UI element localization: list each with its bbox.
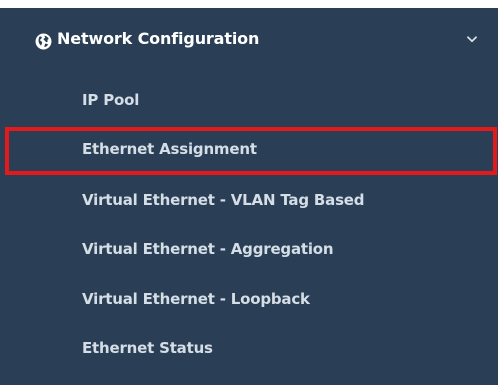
menu-item-label: Ethernet Status bbox=[82, 339, 213, 357]
globe-icon bbox=[35, 33, 52, 50]
menu-item-ip-pool[interactable]: IP Pool bbox=[0, 78, 498, 126]
menu-item-label: Virtual Ethernet - Aggregation bbox=[82, 240, 334, 258]
page: Network Configuration IP Pool Ethernet A… bbox=[0, 0, 503, 385]
menu-item-virtual-ethernet-vlan-tag-based[interactable]: Virtual Ethernet - VLAN Tag Based bbox=[0, 178, 498, 226]
sidebar-menu: Network Configuration IP Pool Ethernet A… bbox=[0, 8, 498, 385]
menu-item-label: IP Pool bbox=[82, 91, 140, 109]
chevron-down-icon[interactable] bbox=[467, 36, 477, 43]
menu-item-label: Ethernet Assignment bbox=[82, 140, 257, 158]
menu-item-label: Virtual Ethernet - Loopback bbox=[82, 290, 310, 308]
menu-item-ethernet-assignment[interactable]: Ethernet Assignment bbox=[5, 127, 497, 175]
menu-header-label: Network Configuration bbox=[57, 29, 260, 48]
network-configuration-menu-toggle[interactable]: Network Configuration bbox=[0, 8, 498, 72]
menu-item-label: Virtual Ethernet - VLAN Tag Based bbox=[82, 191, 365, 209]
menu-item-ethernet-status[interactable]: Ethernet Status bbox=[0, 326, 498, 374]
menu-item-virtual-ethernet-loopback[interactable]: Virtual Ethernet - Loopback bbox=[0, 277, 498, 325]
menu-item-virtual-ethernet-aggregation[interactable]: Virtual Ethernet - Aggregation bbox=[0, 227, 498, 275]
